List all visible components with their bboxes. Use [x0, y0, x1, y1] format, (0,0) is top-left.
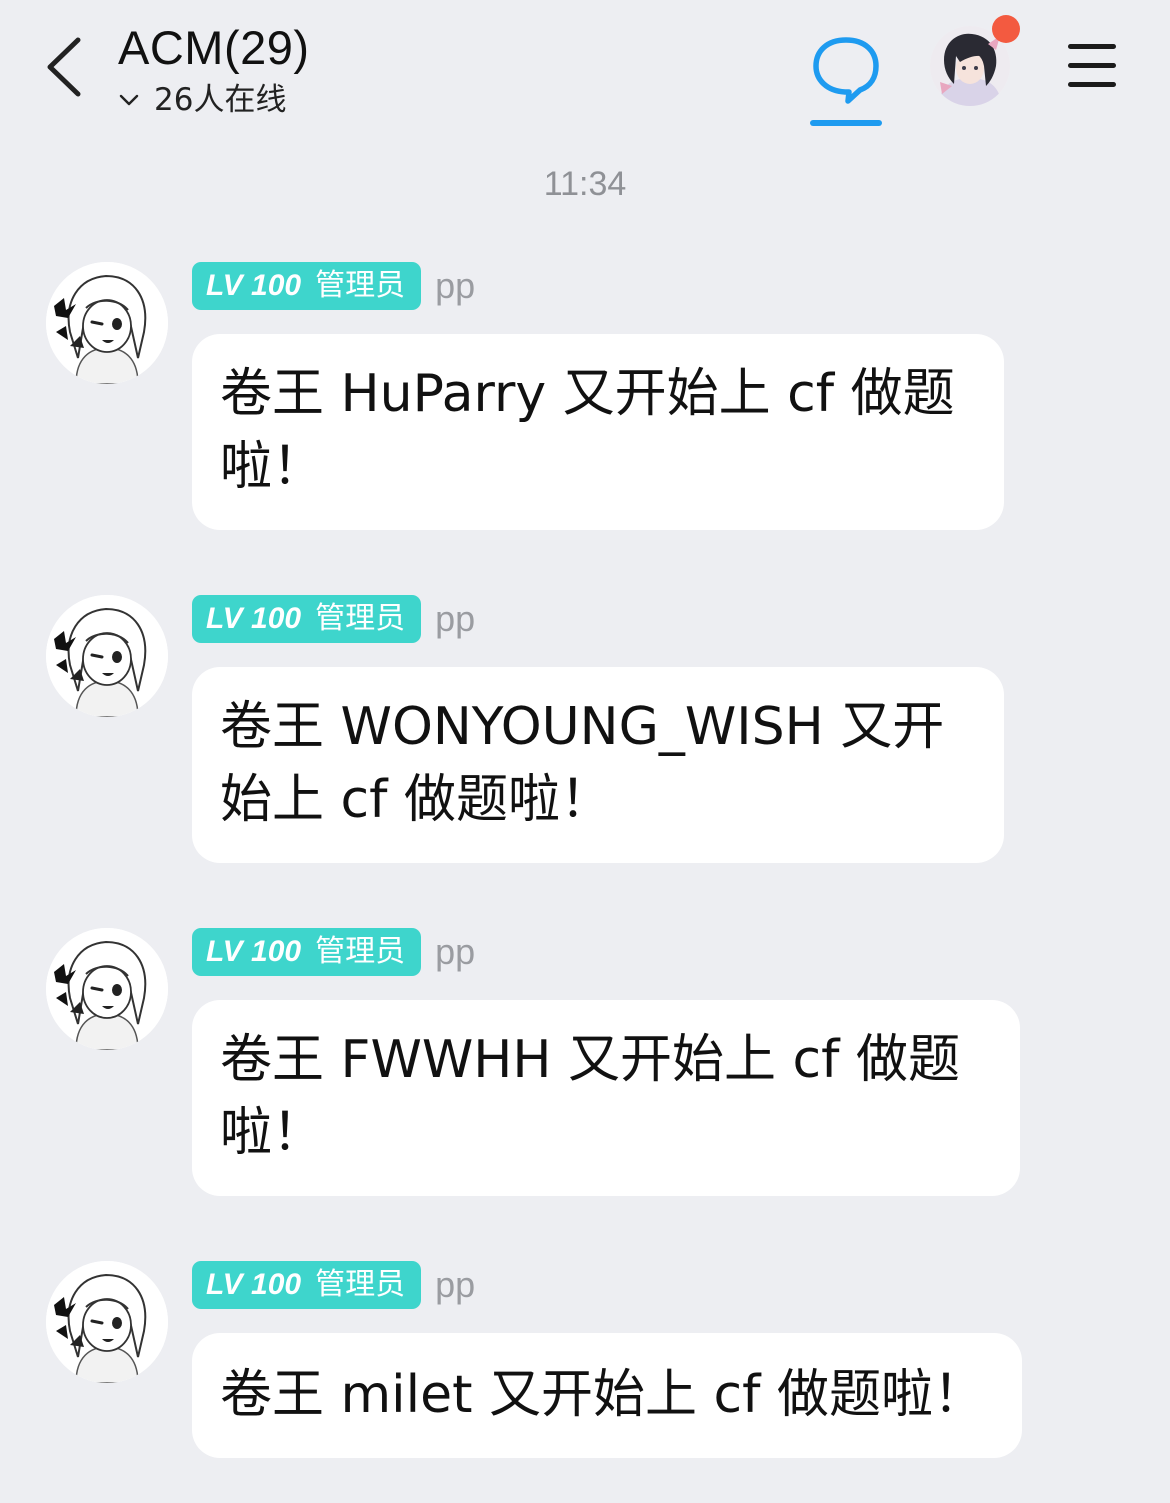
member-badge: LV 100 管理员	[192, 595, 422, 643]
chat-bubble-icon	[813, 37, 879, 104]
back-button[interactable]	[38, 34, 94, 100]
anime-avatar-icon	[46, 262, 168, 384]
role-label: 管理员	[315, 1267, 406, 1302]
active-tab-indicator	[810, 120, 882, 126]
message-bubble[interactable]: 卷王 FWWHH 又开始上 cf 做题啦！	[192, 1000, 1020, 1196]
sender-avatar[interactable]	[46, 1261, 168, 1383]
chevron-down-icon	[119, 94, 139, 106]
sender-name[interactable]: pp	[435, 265, 475, 307]
tab-chat[interactable]	[808, 32, 884, 128]
hamburger-icon	[1068, 44, 1116, 49]
anime-avatar-icon	[46, 595, 168, 717]
online-count-label: 26人在线	[154, 82, 287, 118]
menu-button[interactable]	[1066, 44, 1118, 88]
message-meta: LV 100 管理员 pp	[192, 1261, 475, 1309]
chevron-left-icon	[47, 37, 81, 97]
sender-avatar[interactable]	[46, 595, 168, 717]
message-meta: LV 100 管理员 pp	[192, 928, 475, 976]
sender-avatar[interactable]	[46, 262, 168, 384]
role-label: 管理员	[315, 268, 406, 303]
message-timestamp: 11:34	[543, 165, 627, 203]
hamburger-icon-middle	[1068, 63, 1116, 68]
level-label: LV 100	[206, 1268, 302, 1301]
sender-avatar[interactable]	[46, 928, 168, 1050]
anime-avatar-icon	[46, 1261, 168, 1383]
group-title: ACM(29)	[118, 21, 310, 74]
group-info[interactable]: ACM(29) 26人在线	[118, 18, 310, 120]
member-badge: LV 100 管理员	[192, 262, 422, 310]
sender-name[interactable]: pp	[435, 1264, 475, 1306]
level-label: LV 100	[206, 602, 302, 635]
level-label: LV 100	[206, 935, 302, 968]
online-count[interactable]: 26人在线	[118, 80, 310, 120]
sender-name[interactable]: pp	[435, 598, 475, 640]
level-label: LV 100	[206, 269, 302, 302]
role-label: 管理员	[315, 601, 406, 636]
member-badge: LV 100 管理员	[192, 928, 422, 976]
message-bubble[interactable]: 卷王 WONYOUNG_WISH 又开始上 cf 做题啦！	[192, 667, 1004, 863]
message-meta: LV 100 管理员 pp	[192, 595, 475, 643]
role-label: 管理员	[315, 934, 406, 969]
notification-dot	[992, 15, 1020, 43]
member-badge: LV 100 管理员	[192, 1261, 422, 1309]
sender-name[interactable]: pp	[435, 931, 475, 973]
message-meta: LV 100 管理员 pp	[192, 262, 475, 310]
hamburger-icon-bottom	[1068, 82, 1116, 87]
message-bubble[interactable]: 卷王 HuParry 又开始上 cf 做题啦！	[192, 334, 1004, 530]
anime-avatar-icon	[46, 928, 168, 1050]
message-bubble[interactable]: 卷王 milet 又开始上 cf 做题啦！	[192, 1333, 1022, 1458]
chat-header: ACM(29) 26人在线	[0, 0, 1170, 140]
